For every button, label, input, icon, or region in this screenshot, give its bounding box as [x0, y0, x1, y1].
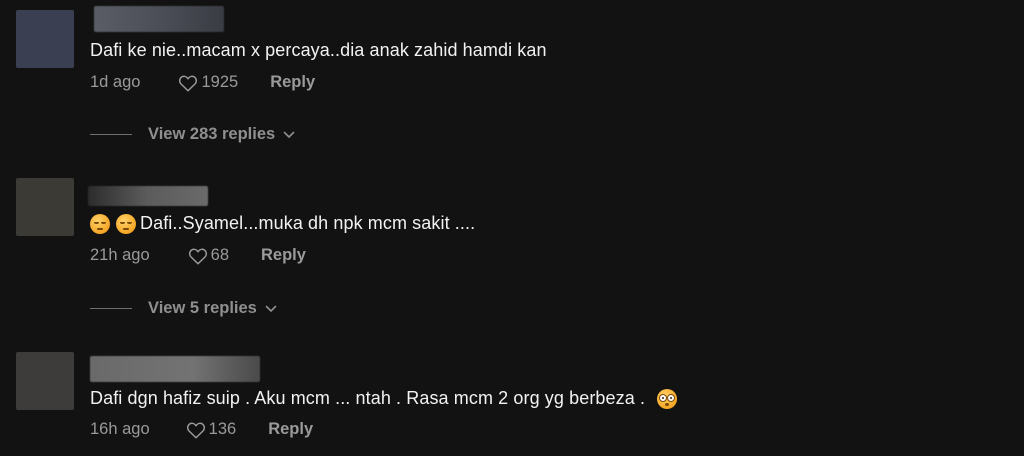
avatar[interactable] [16, 178, 74, 236]
divider-line [90, 134, 132, 135]
like-count: 68 [210, 246, 230, 264]
view-replies-label: View 283 replies [148, 125, 276, 143]
like-button[interactable]: 136 [186, 420, 237, 439]
view-replies-button[interactable]: View 5 replies [90, 299, 277, 318]
reply-button[interactable]: Reply [261, 246, 306, 265]
like-button[interactable]: 68 [188, 246, 229, 265]
comment-time: 21h ago [90, 246, 150, 264]
username-blurred[interactable] [90, 356, 260, 382]
username-blurred[interactable] [88, 186, 208, 206]
heart-outline-icon [179, 75, 198, 92]
view-replies-label: View 5 replies [148, 299, 257, 317]
comment-text-content: Dafi..Syamel...muka dh npk mcm sakit ...… [140, 213, 476, 233]
divider-line [90, 308, 132, 309]
flushed-face-icon [657, 388, 678, 409]
comment-text-content: Dafi ke nie..macam x percaya..dia anak z… [90, 40, 547, 60]
comment-time: 16h ago [90, 420, 150, 438]
comment-text: Dafi ke nie..macam x percaya..dia anak z… [90, 40, 547, 61]
avatar[interactable] [16, 10, 74, 68]
heart-outline-icon [186, 422, 205, 439]
chevron-down-icon [283, 131, 295, 138]
comment-text-content: Dafi dgn hafiz suip . Aku mcm ... ntah .… [90, 388, 646, 408]
relieved-face-icon [90, 213, 110, 234]
comment-text: Dafi dgn hafiz suip . Aku mcm ... ntah .… [90, 388, 683, 409]
like-count: 136 [208, 420, 237, 438]
username-blurred[interactable] [94, 6, 224, 32]
comment-meta: 1d ago 1925 Reply [90, 73, 315, 92]
heart-outline-icon [188, 248, 207, 265]
relieved-face-icon [116, 213, 136, 234]
like-button[interactable]: 1925 [178, 73, 238, 92]
like-count: 1925 [201, 73, 239, 91]
avatar[interactable] [16, 352, 74, 410]
comment-meta: 21h ago 68 Reply [90, 246, 306, 265]
comment-meta: 16h ago 136 Reply [90, 420, 313, 439]
comment-time: 1d ago [90, 73, 141, 91]
comment-text: Dafi..Syamel...muka dh npk mcm sakit ...… [90, 213, 475, 234]
reply-button[interactable]: Reply [270, 73, 315, 92]
reply-button[interactable]: Reply [268, 420, 313, 439]
view-replies-button[interactable]: View 283 replies [90, 125, 295, 144]
chevron-down-icon [265, 305, 277, 312]
